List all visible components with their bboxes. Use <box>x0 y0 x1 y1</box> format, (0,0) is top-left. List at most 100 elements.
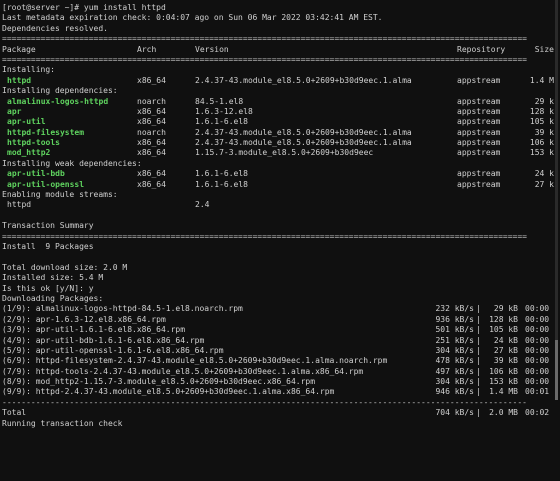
package-row: apr-util-bdb x86_64 1.6.1-6.el8 appstrea… <box>2 169 560 179</box>
package-row: mod_http2 x86_64 1.15.7-3.module_el8.5.0… <box>2 148 560 158</box>
package-row: httpd x86_64 2.4.37-43.module_el8.5.0+26… <box>2 76 560 86</box>
package-arch: x86_64 <box>137 75 166 85</box>
package-arch: noarch <box>137 96 166 106</box>
package-repo: appstream <box>457 179 501 189</box>
download-speed: 946 kB/s <box>435 387 474 397</box>
download-name: (1/9): almalinux-logos-httpd-84.5-1.el8.… <box>2 304 243 314</box>
package-version: 2.4.37-43.module_el8.5.0+2609+b30d9eec.1… <box>195 75 412 85</box>
package-name: almalinux-logos-httpd <box>7 96 109 106</box>
downloading-line: Downloading Packages: <box>2 293 104 303</box>
download-bar-separator: | <box>476 387 481 397</box>
package-size: 105 k <box>529 117 554 127</box>
download-row: (4/9): apr-util-bdb-1.6.1-6.el8.x86_64.r… <box>2 336 560 346</box>
package-repo: appstream <box>457 127 501 137</box>
install-count-line: Install 9 Packages <box>2 241 94 251</box>
summary-title: Transaction Summary <box>2 221 94 231</box>
download-name: (5/9): apr-util-openssl-1.6.1-6.el8.x86_… <box>2 345 224 355</box>
section-title: Installing: <box>2 65 55 75</box>
download-row: (6/9): httpd-filesystem-2.4.37-43.module… <box>2 356 560 366</box>
total-row: Total 704 kB/s | 2.0 MB 00:02 <box>2 408 560 418</box>
table-header-row: Package Arch Version Repository Size <box>2 45 560 55</box>
download-bar-separator: | <box>476 335 481 345</box>
package-size: 27 k <box>534 179 554 189</box>
download-bar-separator: | <box>476 356 481 366</box>
download-bar-separator: | <box>476 314 481 324</box>
package-name: apr <box>7 106 22 116</box>
deps-resolved-line: Dependencies resolved. <box>2 23 108 33</box>
status-line: Running transaction check <box>2 418 123 428</box>
download-bar-separator: | <box>476 408 481 418</box>
package-arch: x86_64 <box>137 106 166 116</box>
package-arch: x86_64 <box>137 169 166 179</box>
download-row: (7/9): httpd-tools-2.4.37-43.module_el8.… <box>2 367 560 377</box>
confirm-prompt-line: Is this ok [y/N]: y <box>2 283 94 293</box>
module-name: httpd <box>7 200 32 210</box>
download-size: 27 kB <box>493 345 518 355</box>
package-name: apr-util-openssl <box>7 179 85 189</box>
package-size: 39 k <box>534 127 554 137</box>
download-row: (3/9): apr-util-1.6.1-6.el8.x86_64.rpm 5… <box>2 325 560 335</box>
total-size: 2.0 MB <box>489 408 518 418</box>
package-name: httpd-filesystem <box>7 127 85 137</box>
terminal-scrollbar[interactable] <box>555 0 558 400</box>
package-arch: x86_64 <box>137 138 166 148</box>
package-arch: x86_64 <box>137 179 166 189</box>
download-speed: 304 kB/s <box>435 345 474 355</box>
download-speed: 232 kB/s <box>435 304 474 314</box>
package-size: 128 k <box>529 106 554 116</box>
download-time: 00:00 <box>525 377 550 387</box>
package-version: 2.4.37-43.module_el8.5.0+2609+b30d9eec.1… <box>195 138 412 148</box>
separator-line: ========================================… <box>2 231 527 241</box>
header-package: Package <box>2 44 36 54</box>
download-bar-separator: | <box>476 366 481 376</box>
header-arch: Arch <box>137 44 157 54</box>
package-repo: appstream <box>457 75 501 85</box>
package-name: httpd-tools <box>7 138 60 148</box>
download-speed: 251 kB/s <box>435 335 474 345</box>
package-version: 1.6.3-12.el8 <box>195 106 253 116</box>
package-repo: appstream <box>457 96 501 106</box>
metadata-line: Last metadata expiration check: 0:04:07 … <box>2 13 383 23</box>
package-name: mod_http2 <box>7 148 51 158</box>
package-version: 1.15.7-3.module_el8.5.0+2609+b30d9eec <box>195 148 374 158</box>
download-name: (8/9): mod_http2-1.15.7-3.module_el8.5.0… <box>2 377 316 387</box>
download-name: (9/9): httpd-2.4.37-43.module_el8.5.0+26… <box>2 387 335 397</box>
download-bar-separator: | <box>476 304 481 314</box>
package-name: apr-util-bdb <box>7 169 65 179</box>
package-name: apr-util <box>7 117 46 127</box>
download-size: 106 kB <box>489 366 518 376</box>
download-row: (8/9): mod_http2-1.15.7-3.module_el8.5.0… <box>2 377 560 387</box>
package-version: 84.5-1.el8 <box>195 96 244 106</box>
download-name: (3/9): apr-util-1.6.1-6.el8.x86_64.rpm <box>2 325 186 335</box>
package-row: apr x86_64 1.6.3-12.el8 appstream 128 k <box>2 107 560 117</box>
download-time: 00:00 <box>525 345 550 355</box>
package-version: 1.6.1-6.el8 <box>195 179 248 189</box>
download-size: 128 kB <box>489 314 518 324</box>
download-time: 00:00 <box>525 356 550 366</box>
terminal-window[interactable]: [root@server ~]# yum install httpd Last … <box>0 0 560 428</box>
header-version: Version <box>195 44 229 54</box>
header-size: Size <box>534 44 554 54</box>
download-name: (2/9): apr-1.6.3-12.el8.x86_64.rpm <box>2 314 166 324</box>
separator-line: ========================================… <box>2 34 527 44</box>
section-title: Enabling module streams: <box>2 190 118 200</box>
download-size: 105 kB <box>489 325 518 335</box>
download-time: 00:00 <box>525 366 550 376</box>
module-stream-row: httpd 2.4 <box>2 200 560 210</box>
package-version: 2.4.37-43.module_el8.5.0+2609+b30d9eec.1… <box>195 127 412 137</box>
scrollbar-thumb[interactable] <box>555 340 558 400</box>
download-time: 00:00 <box>525 325 550 335</box>
download-time: 00:00 <box>525 314 550 324</box>
download-name: (6/9): httpd-filesystem-2.4.37-43.module… <box>2 356 388 366</box>
download-row: (5/9): apr-util-openssl-1.6.1-6.el8.x86_… <box>2 346 560 356</box>
download-bar-separator: | <box>476 377 481 387</box>
download-time: 00:00 <box>525 304 550 314</box>
total-download-line: Total download size: 2.0 M <box>2 262 128 272</box>
download-size: 39 kB <box>493 356 518 366</box>
package-repo: appstream <box>457 117 501 127</box>
download-bar-separator: | <box>476 325 481 335</box>
download-size: 1.4 MB <box>489 387 518 397</box>
download-time: 00:00 <box>525 335 550 345</box>
